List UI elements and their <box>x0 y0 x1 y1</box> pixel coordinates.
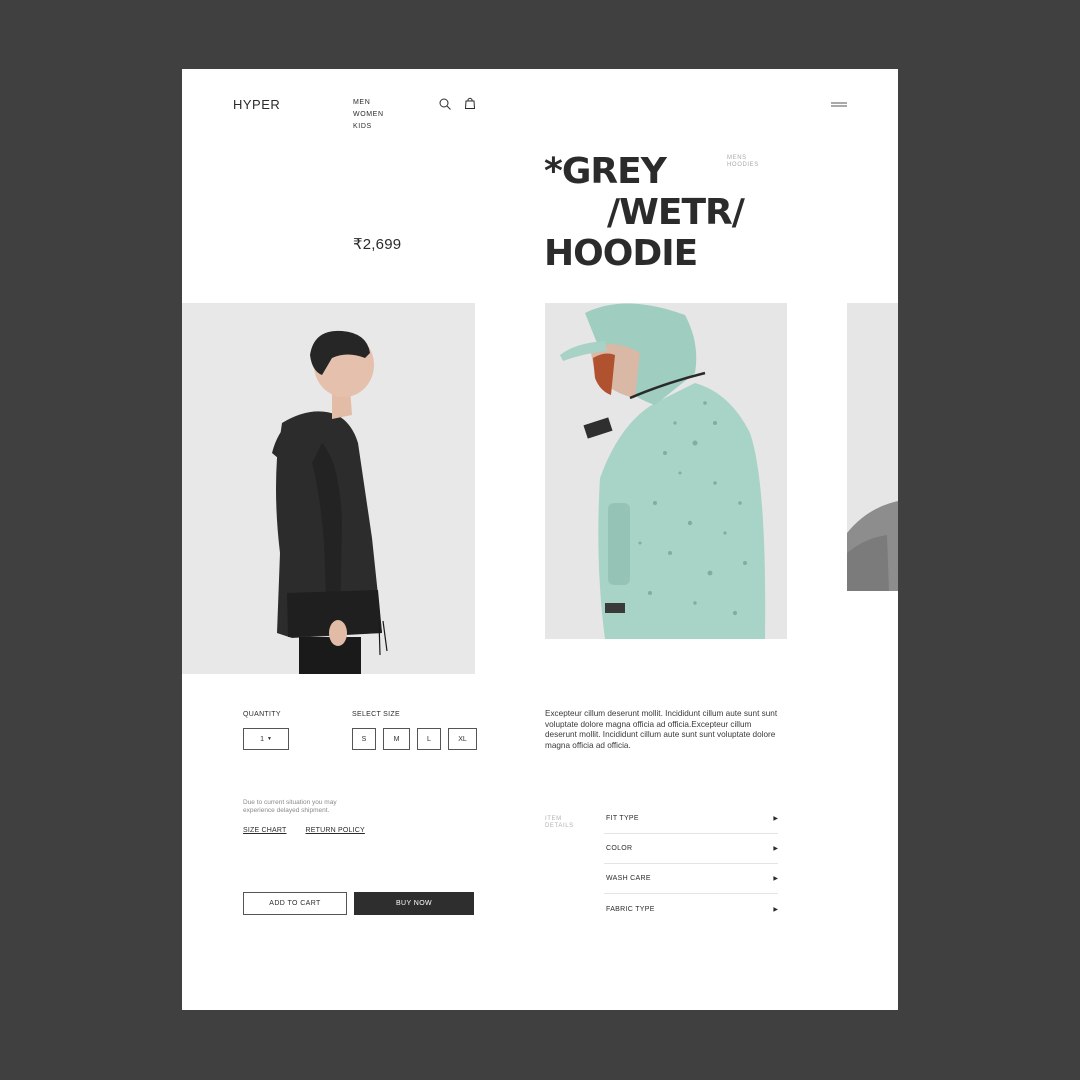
product-image-black-jacket[interactable] <box>182 303 475 674</box>
accordion-label: FIT TYPE <box>606 815 639 822</box>
nav-link-kids[interactable]: KIDS <box>353 122 384 131</box>
item-details-label-line-1: ITEM <box>545 816 562 822</box>
play-arrow-icon: ▶ <box>773 876 778 882</box>
title-line-1: *GREY <box>544 151 667 192</box>
breadcrumb-subcategory[interactable]: HOODIES <box>727 162 759 169</box>
main-nav: MEN WOMEN KIDS <box>353 98 384 131</box>
item-details-label-line-2: DETAILS <box>545 823 574 829</box>
size-label: SELECT SIZE <box>352 711 400 718</box>
size-button-l[interactable]: L <box>417 728 441 750</box>
size-button-s[interactable]: S <box>352 728 376 750</box>
buy-now-button[interactable]: BUY NOW <box>354 892 474 915</box>
product-description: Excepteur cillum deserunt mollit. Incidi… <box>545 709 778 750</box>
policy-links: SIZE CHART RETURN POLICY <box>243 827 365 834</box>
item-details-label: ITEM DETAILS <box>545 816 574 830</box>
accordion-color[interactable]: COLOR ▶ <box>604 834 778 864</box>
quantity-label: QUANTITY <box>243 711 281 718</box>
accordion-fabric-type[interactable]: FABRIC TYPE ▶ <box>604 894 778 924</box>
quantity-value: 1 <box>260 735 264 743</box>
quantity-select[interactable]: 1 ▼ <box>243 728 289 750</box>
size-button-xl[interactable]: XL <box>448 728 477 750</box>
play-arrow-icon: ▶ <box>773 906 778 913</box>
accordion-label: WASH CARE <box>606 875 651 882</box>
nav-link-men[interactable]: MEN <box>353 98 384 107</box>
size-options: S M L XL <box>352 728 477 750</box>
title-line-2: /WETR/ <box>607 192 745 233</box>
title-line-3: HOODIE <box>544 233 698 274</box>
breadcrumb: MENS HOODIES <box>727 155 759 169</box>
product-title: *GREY /WETR/ HOODIE <box>544 151 745 274</box>
accordion-wash-care[interactable]: WASH CARE ▶ <box>604 864 778 894</box>
product-price: ₹2,699 <box>353 236 402 253</box>
search-icon[interactable] <box>438 97 452 111</box>
play-arrow-icon: ▶ <box>773 846 778 852</box>
add-to-cart-button[interactable]: ADD TO CART <box>243 892 347 915</box>
brand-logo[interactable]: HYPER <box>233 97 280 112</box>
accordion-label: COLOR <box>606 845 633 852</box>
product-image-grey-jacket[interactable] <box>847 303 898 591</box>
size-button-m[interactable]: M <box>383 728 410 750</box>
size-chart-link[interactable]: SIZE CHART <box>243 827 287 834</box>
return-policy-link[interactable]: RETURN POLICY <box>306 827 365 834</box>
accordion-fit-type[interactable]: FIT TYPE ▶ <box>604 804 778 834</box>
menu-icon[interactable] <box>830 97 848 107</box>
nav-link-women[interactable]: WOMEN <box>353 110 384 119</box>
details-accordion: FIT TYPE ▶ COLOR ▶ WASH CARE ▶ FABRIC TY… <box>604 804 778 924</box>
product-page: HYPER MEN WOMEN KIDS *GREY /WETR/ HOODIE… <box>182 69 898 1010</box>
breadcrumb-category[interactable]: MENS <box>727 155 759 162</box>
accordion-label: FABRIC TYPE <box>606 905 655 913</box>
play-arrow-icon: ▶ <box>773 816 778 822</box>
shipping-notice: Due to current situation you may experie… <box>243 799 337 814</box>
caret-down-icon: ▼ <box>266 736 272 742</box>
bag-icon[interactable] <box>463 96 477 110</box>
product-image-mint-jacket[interactable] <box>545 303 787 639</box>
